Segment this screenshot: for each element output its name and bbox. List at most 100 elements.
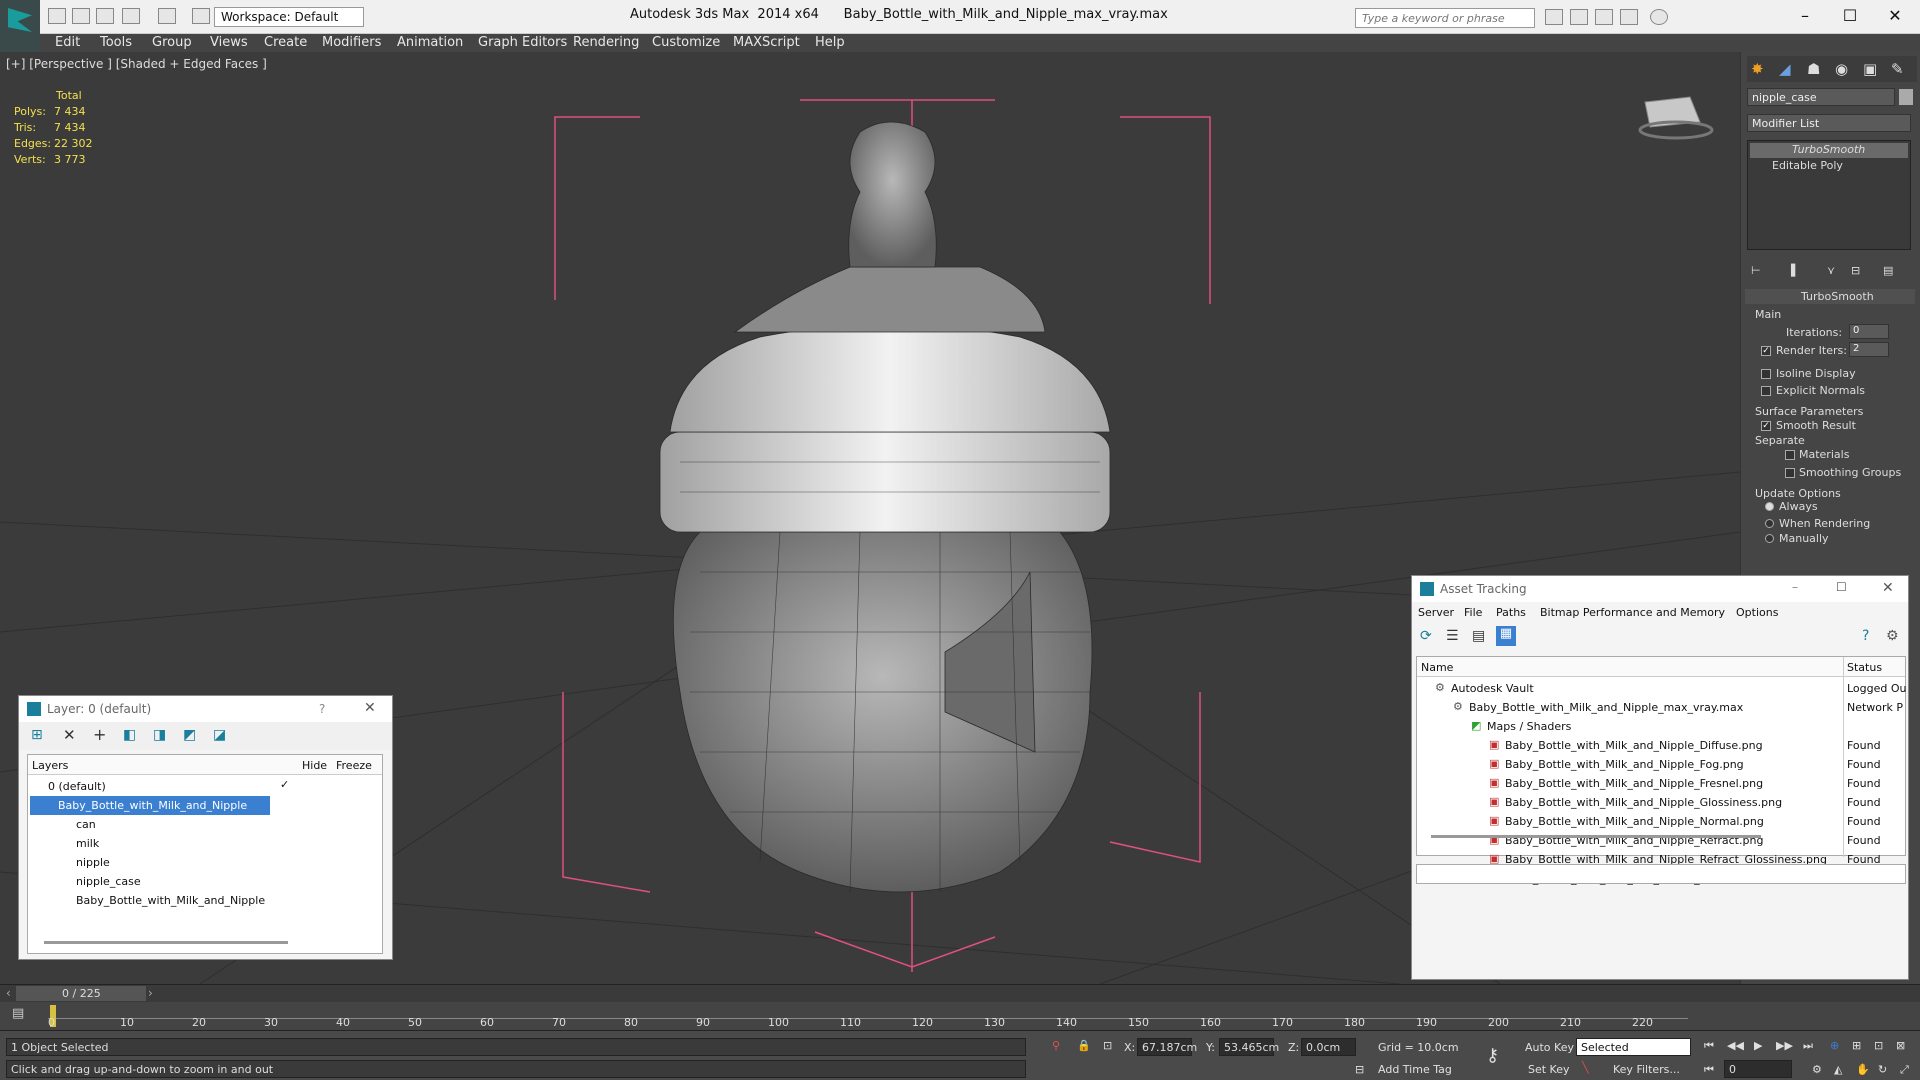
delete-layer-icon[interactable]: ✕ xyxy=(63,726,76,744)
col-layers[interactable]: Layers xyxy=(32,759,68,772)
col-freeze[interactable]: Freeze xyxy=(336,759,372,772)
asset-path-field[interactable] xyxy=(1416,864,1906,884)
menu-group[interactable]: Group xyxy=(152,35,192,50)
field-of-view-icon[interactable]: ◭ xyxy=(1834,1063,1842,1076)
layer-row[interactable]: Baby_Bottle_with_Milk_and_Nipple xyxy=(28,891,382,910)
asset-row[interactable]: ▣ Baby_Bottle_with_Milk_and_Nipple_Glossi… xyxy=(1417,793,1905,812)
menu-create[interactable]: Create xyxy=(264,35,307,50)
mini-curve-editor-icon[interactable]: ▤ xyxy=(12,1006,24,1021)
menu-customize[interactable]: Customize xyxy=(652,35,720,50)
favorites-star-icon[interactable] xyxy=(1620,9,1638,25)
col-name[interactable]: Name xyxy=(1421,661,1453,674)
undo-icon[interactable] xyxy=(122,8,140,24)
hierarchy-tab-icon[interactable]: ☗ xyxy=(1807,60,1820,78)
remove-modifier-icon[interactable]: ⊟ xyxy=(1851,264,1860,277)
asset-row[interactable]: ▣ Baby_Bottle_with_Milk_and_Nipple_Diffus… xyxy=(1417,736,1905,755)
stack-item-editable-poly[interactable]: Editable Poly xyxy=(1772,159,1843,172)
lock-selection-icon[interactable]: 🔒 xyxy=(1077,1039,1091,1052)
turbosmooth-rollout-header[interactable]: TurboSmooth xyxy=(1745,289,1915,304)
maximize-viewport-icon[interactable]: ⤢ xyxy=(1900,1063,1909,1077)
hide-all-layers-icon[interactable]: ◩ xyxy=(183,727,196,743)
goto-start-icon[interactable]: ⏮ xyxy=(1704,1039,1714,1053)
layer-row-selected[interactable]: Baby_Bottle_with_Milk_and_Nipple xyxy=(30,796,270,815)
layer-help-button[interactable]: ? xyxy=(319,702,325,716)
workspace-dropdown[interactable]: Workspace: Default xyxy=(214,7,364,27)
subscription-icon[interactable] xyxy=(1570,9,1588,25)
asset-menu-bitmap[interactable]: Bitmap Performance and Memory xyxy=(1540,606,1725,619)
asset-row[interactable]: ▣ Baby_Bottle_with_Milk_and_Nipple_Fog.pn… xyxy=(1417,755,1905,774)
menu-modifiers[interactable]: Modifiers xyxy=(322,35,381,50)
asset-menu-options[interactable]: Options xyxy=(1736,606,1778,619)
viewport-label[interactable]: [+] [Perspective ] [Shaded + Edged Faces… xyxy=(6,57,267,71)
prev-frame-arrow-icon[interactable]: ‹ xyxy=(6,986,11,1000)
utilities-tab-icon[interactable]: ✎ xyxy=(1891,60,1904,78)
asset-row[interactable]: ⚙ Baby_Bottle_with_Milk_and_Nipple_max_vr… xyxy=(1417,698,1905,717)
zoom-all-icon[interactable]: ⊞ xyxy=(1852,1039,1861,1052)
asset-menu-paths[interactable]: Paths xyxy=(1496,606,1526,619)
object-color-swatch[interactable] xyxy=(1899,89,1913,105)
smooth-result-checkbox[interactable]: ✓ xyxy=(1761,421,1771,431)
list-view-icon[interactable]: ☰ xyxy=(1446,628,1459,644)
prev-key-icon[interactable]: ◀◀ xyxy=(1727,1039,1744,1052)
render-iters-spinner[interactable]: 2 xyxy=(1849,342,1889,357)
asset-menu-server[interactable]: Server xyxy=(1418,606,1454,619)
select-in-layer-icon[interactable]: ◧ xyxy=(123,727,136,743)
layer-row[interactable]: milk xyxy=(28,834,382,853)
play-icon[interactable]: ▶ xyxy=(1754,1039,1762,1052)
stack-item-turbosmooth[interactable]: TurboSmooth xyxy=(1792,143,1865,156)
set-key-icon[interactable]: ⚷ xyxy=(1486,1045,1499,1066)
binoculars-icon[interactable] xyxy=(1545,9,1563,25)
menu-animation[interactable]: Animation xyxy=(397,35,463,50)
asset-close-button[interactable]: ✕ xyxy=(1882,580,1894,596)
asset-scrollbar[interactable] xyxy=(1431,835,1761,838)
display-tab-icon[interactable]: ▣ xyxy=(1863,60,1877,78)
menu-maxscript[interactable]: MAXScript xyxy=(733,35,800,50)
freeze-all-layers-icon[interactable]: ◪ xyxy=(213,727,226,743)
layer-close-button[interactable]: ✕ xyxy=(364,700,376,716)
menu-views[interactable]: Views xyxy=(210,35,248,50)
menu-rendering[interactable]: Rendering xyxy=(573,35,639,50)
set-key-button[interactable]: Set Key xyxy=(1528,1063,1570,1076)
add-time-tag-button[interactable]: Add Time Tag xyxy=(1378,1063,1452,1076)
zoom-extents-icon[interactable]: ⊡ xyxy=(1874,1039,1883,1052)
add-to-layer-icon[interactable]: + xyxy=(93,725,106,744)
when-rendering-radio[interactable] xyxy=(1765,519,1774,528)
asset-row[interactable]: ⚙ Autodesk Vault Logged Ou xyxy=(1417,679,1907,698)
open-file-icon[interactable] xyxy=(72,8,90,24)
make-unique-icon[interactable]: ⋎ xyxy=(1827,264,1835,277)
key-set-dropdown[interactable]: Selected xyxy=(1576,1038,1691,1056)
z-coordinate-field[interactable]: 0.0cm xyxy=(1301,1038,1356,1056)
key-mode-icon[interactable]: ╲ xyxy=(1582,1061,1589,1074)
key-mode-toggle-icon[interactable]: ⏮ xyxy=(1704,1063,1714,1077)
y-coordinate-field[interactable]: 53.465cm xyxy=(1219,1038,1279,1056)
highlight-layer-icon[interactable]: ◨ xyxy=(153,727,166,743)
track-bar[interactable]: ▤ 0 10 20 30 40 50 60 70 80 90 100 110 120 130 140 150 1… xyxy=(0,1002,1920,1030)
iterations-spinner[interactable]: 0 xyxy=(1849,324,1889,339)
render-iters-checkbox[interactable]: ✓ xyxy=(1761,346,1771,356)
zoom-extents-all-icon[interactable]: ⊠ xyxy=(1896,1039,1905,1052)
pan-view-icon[interactable]: ✋ xyxy=(1856,1063,1870,1076)
save-icon[interactable] xyxy=(96,8,114,24)
menu-help[interactable]: Help xyxy=(815,35,845,50)
zoom-icon[interactable]: ⊕ xyxy=(1830,1039,1839,1052)
search-input[interactable]: Type a keyword or phrase xyxy=(1355,8,1535,28)
communication-icon[interactable] xyxy=(1595,9,1613,25)
asset-help-icon[interactable]: ? xyxy=(1862,628,1869,644)
manually-radio[interactable] xyxy=(1765,534,1774,543)
asset-row[interactable]: ◩ Maps / Shaders xyxy=(1417,717,1905,736)
next-key-icon[interactable]: ▶▶ xyxy=(1776,1039,1793,1052)
x-coordinate-field[interactable]: 67.187cm xyxy=(1137,1038,1197,1056)
materials-checkbox[interactable] xyxy=(1785,450,1795,460)
object-name-field[interactable]: nipple_case xyxy=(1747,88,1895,106)
menu-tools[interactable]: Tools xyxy=(100,35,132,50)
time-tag-icon[interactable]: ⊟ xyxy=(1355,1063,1364,1076)
layer-scrollbar[interactable] xyxy=(44,941,288,944)
layer-row[interactable]: can xyxy=(28,815,382,834)
pin-stack-icon[interactable]: ⊢ xyxy=(1751,264,1761,277)
table-view-icon[interactable]: ▦ xyxy=(1496,626,1516,646)
time-config-icon[interactable]: ⚙ xyxy=(1812,1063,1822,1076)
isolate-icon[interactable]: ⚲ xyxy=(1052,1039,1060,1052)
layer-row[interactable]: nipple xyxy=(28,853,382,872)
maximize-button[interactable]: ☐ xyxy=(1830,4,1870,28)
show-end-result-icon[interactable]: ▌ xyxy=(1791,264,1799,277)
